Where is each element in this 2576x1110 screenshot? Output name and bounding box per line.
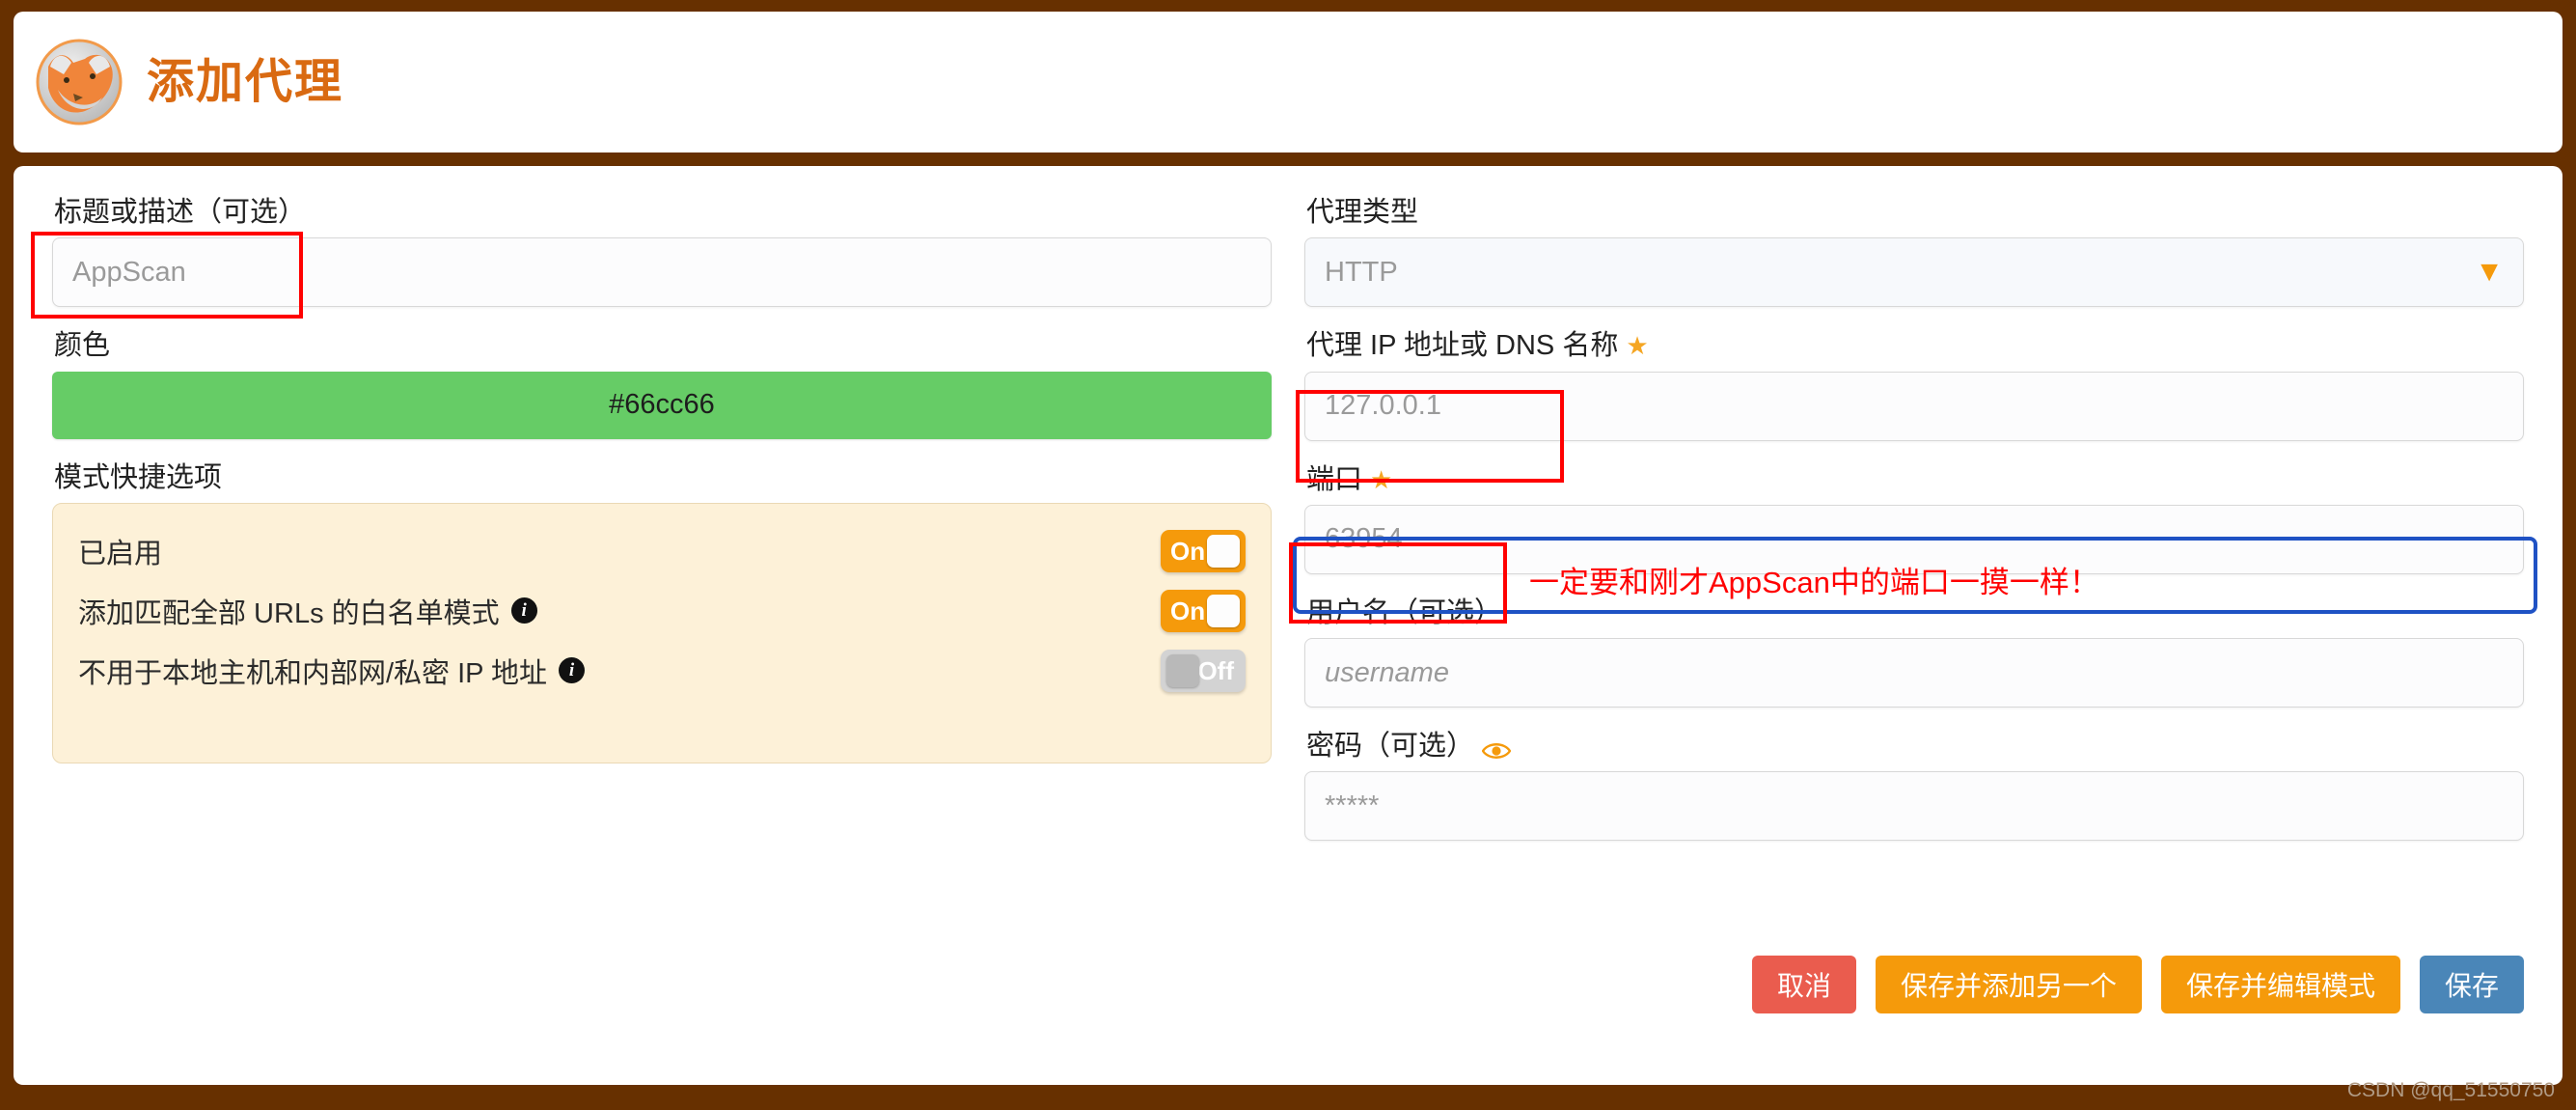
password-label-text: 密码（可选） [1306,731,1475,762]
save-and-edit-patterns-button[interactable]: 保存并编辑模式 [2160,956,2400,1013]
mode-label-enabled-text: 已启用 [78,538,163,569]
mode-row-localhost: 不用于本地主机和内部网/私密 IP 地址 i Off [78,649,1246,693]
color-field-block: 颜色 #66cc66 [52,328,1272,439]
save-button[interactable]: 保存 [2419,956,2524,1013]
foxyproxy-fox-icon [35,38,123,126]
proxy-ip-label: 代理 IP 地址或 DNS 名称 ★ [1306,328,2524,363]
mode-label-localhost-text: 不用于本地主机和内部网/私密 IP 地址 [78,657,548,689]
add-proxy-form-panel: 标题或描述（可选） AppScan 颜色 #66cc66 模式快捷选项 已启用 … [14,166,2562,1085]
title-input[interactable]: AppScan [52,237,1272,308]
left-column: 标题或描述（可选） AppScan 颜色 #66cc66 模式快捷选项 已启用 … [52,195,1272,1085]
port-label-text: 端口 [1306,463,1363,495]
toggle-knob [1166,653,1199,687]
watermark: CSDN @qq_51550750 [2346,1079,2555,1101]
eye-icon[interactable] [1481,735,1512,760]
mode-row-enabled: 已启用 On [78,529,1246,573]
mode-shortcuts-label: 模式快捷选项 [54,461,223,493]
color-label: 颜色 [54,330,111,362]
form-actions: 取消 保存并添加另一个 保存并编辑模式 保存 [1751,956,2524,1013]
required-star-icon: ★ [1626,331,1649,361]
cancel-button[interactable]: 取消 [1751,956,1856,1013]
password-label: 密码（可选） [1306,729,2524,763]
proxy-ip-label-text: 代理 IP 地址或 DNS 名称 [1306,330,1619,362]
proxy-type-select[interactable]: HTTP ▼ [1304,237,2524,308]
title-label: 标题或描述（可选） [54,197,307,228]
mode-row-whitelist: 添加匹配全部 URLs 的白名单模式 i On [78,589,1246,633]
username-block: 用户名（可选） username [1304,596,2524,708]
page-title: 添加代理 [147,55,344,108]
toggle-localhost[interactable]: Off [1161,649,1246,692]
mode-label-enabled: 已启用 [78,531,162,571]
right-column: 代理类型 HTTP ▼ 代理 IP 地址或 DNS 名称 ★ 127.0.0.1… [1304,195,2524,1085]
info-icon[interactable]: i [559,657,586,684]
save-and-add-another-button[interactable]: 保存并添加另一个 [1875,956,2142,1013]
toggle-knob [1207,594,1240,627]
toggle-whitelist-state: On [1170,596,1206,625]
color-swatch[interactable]: #66cc66 [52,371,1272,439]
toggle-knob [1207,534,1240,568]
proxy-type-block: 代理类型 HTTP ▼ [1304,195,2524,308]
username-input[interactable]: username [1304,638,2524,708]
proxy-type-label: 代理类型 [1306,197,1419,228]
annotation-port-note-text: 一定要和刚才AppScan中的端口一摸一样！ [1529,566,2099,599]
mode-label-whitelist: 添加匹配全部 URLs 的白名单模式 i [78,591,537,631]
toggle-enabled[interactable]: On [1161,529,1246,572]
toggle-whitelist[interactable]: On [1161,589,1246,632]
chevron-down-icon: ▼ [2475,256,2504,289]
proxy-ip-input[interactable]: 127.0.0.1 [1304,371,2524,441]
mode-label-whitelist-text: 添加匹配全部 URLs 的白名单模式 [78,597,500,629]
toggle-enabled-state: On [1170,536,1206,566]
proxy-type-value: HTTP [1325,256,1398,288]
password-block: 密码（可选） ***** [1304,729,2524,842]
header-panel: 添加代理 [14,12,2562,153]
toggle-localhost-state: Off [1197,655,1234,685]
proxy-ip-block: 代理 IP 地址或 DNS 名称 ★ 127.0.0.1 [1304,328,2524,441]
mode-shortcuts-panel: 已启用 On 添加匹配全部 URLs 的白名单模式 i On 不用于本地主机和内… [52,502,1272,763]
required-star-icon: ★ [1370,464,1393,494]
title-field-block: 标题或描述（可选） AppScan [52,195,1272,308]
port-label: 端口 ★ [1306,462,2524,497]
info-icon[interactable]: i [510,597,537,624]
mode-shortcuts-block: 模式快捷选项 已启用 On 添加匹配全部 URLs 的白名单模式 i On 不用… [52,460,1272,763]
mode-label-localhost: 不用于本地主机和内部网/私密 IP 地址 i [78,651,586,691]
password-input[interactable]: ***** [1304,771,2524,842]
